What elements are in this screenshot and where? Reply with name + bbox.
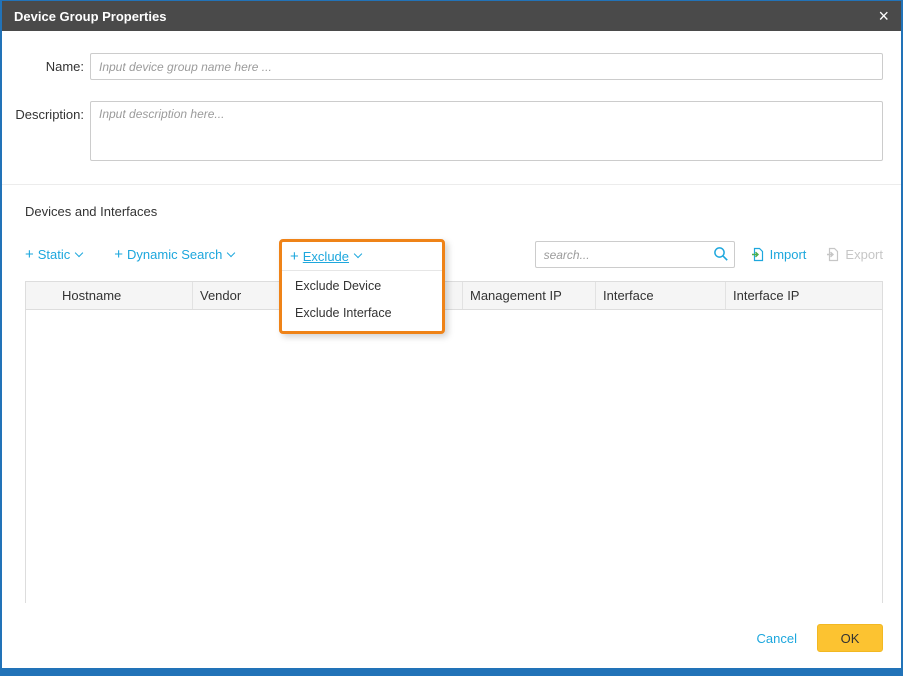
- import-button-label: Import: [770, 247, 807, 262]
- plus-icon: +: [290, 249, 299, 264]
- static-button-label: Static: [38, 247, 71, 262]
- plus-icon: +: [25, 247, 34, 262]
- search-icon[interactable]: [713, 246, 729, 262]
- exclude-dropdown-menu: Exclude Device Exclude Interface: [282, 270, 442, 331]
- dialog-footer: Cancel OK: [757, 624, 883, 652]
- search-box: [535, 241, 735, 268]
- device-group-properties-dialog: Device Group Properties × Name: Descript…: [0, 0, 903, 676]
- section-divider: [2, 184, 901, 185]
- exclude-button[interactable]: + Exclude: [282, 242, 442, 270]
- name-label: Name:: [2, 53, 90, 80]
- plus-icon: +: [114, 247, 123, 262]
- table-body: [26, 310, 882, 603]
- exclude-dropdown-highlight: + Exclude Exclude Device Exclude Interfa…: [279, 239, 445, 334]
- dialog-titlebar: Device Group Properties ×: [2, 1, 901, 31]
- chevron-down-icon: [227, 248, 235, 256]
- column-header-management-ip: Management IP: [463, 282, 596, 309]
- chevron-down-icon: [75, 248, 83, 256]
- search-input[interactable]: [535, 241, 735, 268]
- description-row: Description:: [2, 101, 901, 161]
- chevron-down-icon: [354, 250, 362, 258]
- section-title: Devices and Interfaces: [25, 204, 157, 219]
- devices-table: Hostname Vendor Management IP Interface …: [25, 281, 883, 603]
- dialog-title: Device Group Properties: [14, 9, 166, 24]
- dynamic-search-button-label: Dynamic Search: [127, 247, 222, 262]
- column-header-interface: Interface: [596, 282, 726, 309]
- static-button[interactable]: + Static: [25, 247, 82, 262]
- export-icon: [826, 247, 840, 262]
- name-input[interactable]: [90, 53, 883, 80]
- description-input[interactable]: [90, 101, 883, 161]
- import-button[interactable]: Import: [751, 247, 807, 262]
- exclude-button-label: Exclude: [303, 249, 349, 264]
- description-label: Description:: [2, 101, 90, 161]
- column-header-hostname: Hostname: [26, 282, 193, 309]
- column-header-interface-ip: Interface IP: [726, 282, 882, 309]
- name-row: Name:: [2, 53, 901, 80]
- ok-button[interactable]: OK: [817, 624, 883, 652]
- device-toolbar: + Static + Dynamic Search Import: [25, 240, 883, 269]
- import-icon: [751, 247, 765, 262]
- dynamic-search-button[interactable]: + Dynamic Search: [114, 247, 234, 262]
- close-icon[interactable]: ×: [878, 7, 889, 25]
- menu-item-exclude-device[interactable]: Exclude Device: [282, 273, 442, 300]
- export-button[interactable]: Export: [826, 247, 883, 262]
- cancel-button[interactable]: Cancel: [757, 631, 797, 646]
- export-button-label: Export: [845, 247, 883, 262]
- menu-item-exclude-interface[interactable]: Exclude Interface: [282, 300, 442, 327]
- table-header-row: Hostname Vendor Management IP Interface …: [26, 282, 882, 310]
